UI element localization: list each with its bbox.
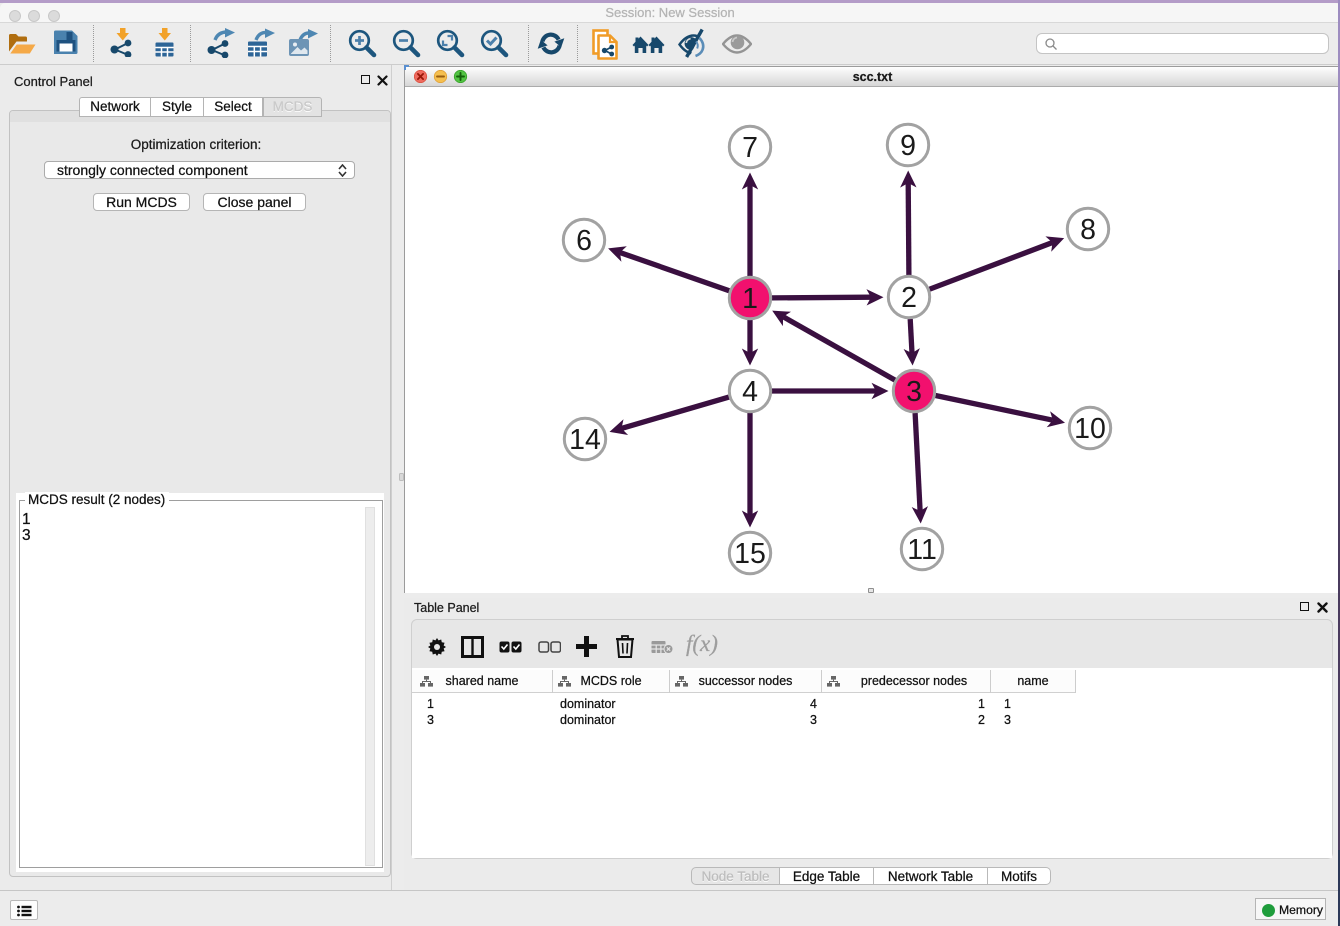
svg-text:4: 4 — [742, 376, 758, 408]
svg-text:10: 10 — [1074, 413, 1106, 445]
svg-text:3: 3 — [906, 376, 922, 408]
svg-text:8: 8 — [1080, 214, 1096, 246]
svg-text:11: 11 — [907, 534, 937, 566]
svg-text:2: 2 — [901, 282, 917, 314]
svg-text:15: 15 — [734, 538, 766, 570]
svg-text:1: 1 — [742, 283, 758, 315]
svg-text:9: 9 — [900, 130, 916, 162]
svg-text:14: 14 — [569, 424, 601, 456]
svg-text:6: 6 — [576, 225, 592, 257]
svg-text:7: 7 — [742, 132, 758, 164]
